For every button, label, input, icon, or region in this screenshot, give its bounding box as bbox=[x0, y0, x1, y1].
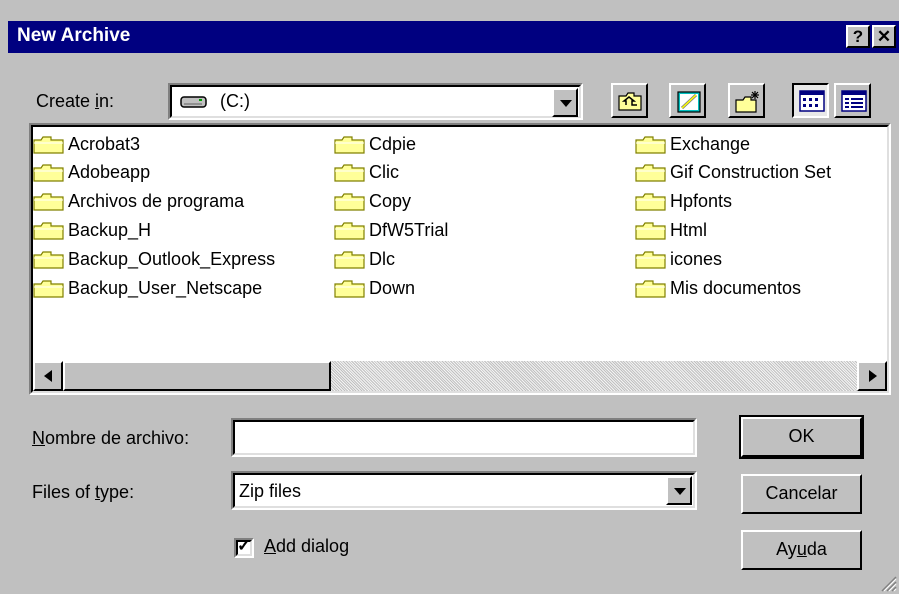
folder-label: Down bbox=[369, 278, 416, 298]
filetype-dropdown[interactable]: Zip files bbox=[231, 471, 697, 510]
folder-label: Backup_User_Netscape bbox=[68, 278, 263, 298]
folder-icon bbox=[635, 193, 666, 211]
close-button[interactable]: ✕ bbox=[872, 25, 896, 48]
create-in-label: Create in: bbox=[36, 91, 115, 111]
folder-icon bbox=[635, 251, 666, 269]
filename-input[interactable] bbox=[231, 418, 697, 457]
new-archive-dialog: New Archive ? ✕ Create in: (C:) Acrobat3… bbox=[0, 0, 899, 594]
help-button[interactable]: Ayuda bbox=[741, 530, 862, 570]
folder-label: Cdpie bbox=[369, 134, 417, 154]
chevron-down-icon bbox=[560, 100, 572, 107]
folder-icon bbox=[33, 136, 64, 154]
chevron-down-icon bbox=[674, 488, 686, 495]
add-dialog-checkbox[interactable]: ✓ Add dialog bbox=[234, 536, 454, 562]
help-icon: ? bbox=[852, 27, 864, 46]
folder-label: Dlc bbox=[369, 249, 395, 269]
folder-label: Hpfonts bbox=[670, 191, 733, 211]
add-dialog-label: Add dialog bbox=[264, 536, 350, 556]
folder-label: icones bbox=[670, 249, 723, 269]
ok-button[interactable]: OK bbox=[739, 415, 864, 459]
list-view-button[interactable] bbox=[792, 83, 829, 118]
title-bar[interactable]: New Archive ? ✕ bbox=[8, 21, 899, 53]
filetype-dropdown-button[interactable] bbox=[666, 476, 692, 505]
arrow-left-icon bbox=[44, 370, 52, 382]
filetype-value: Zip files bbox=[239, 481, 302, 501]
folder-label: Backup_H bbox=[68, 220, 152, 240]
folder-icon bbox=[33, 164, 64, 182]
create-in-value: (C:) bbox=[220, 91, 250, 111]
folder-label: Backup_Outlook_Express bbox=[68, 249, 276, 269]
desktop-button[interactable] bbox=[669, 83, 706, 118]
arrow-right-icon bbox=[869, 370, 877, 382]
folder-icon bbox=[635, 222, 666, 240]
file-list[interactable]: Acrobat3 Adobeapp Archivos de programa B… bbox=[29, 123, 891, 395]
desktop-icon bbox=[677, 91, 701, 113]
folder-icon bbox=[334, 136, 365, 154]
add-dialog-checkbox-box[interactable]: ✓ bbox=[234, 536, 254, 558]
folder-label: Adobeapp bbox=[68, 162, 151, 182]
folder-icon bbox=[635, 164, 666, 182]
folder-icon bbox=[334, 164, 365, 182]
close-icon: ✕ bbox=[876, 27, 892, 46]
folder-icon bbox=[334, 222, 365, 240]
folder-label: DfW5Trial bbox=[369, 220, 449, 240]
scroll-left-button[interactable] bbox=[33, 361, 63, 391]
folder-label: Acrobat3 bbox=[68, 134, 141, 154]
folder-icon bbox=[33, 222, 64, 240]
folder-icon bbox=[334, 193, 365, 211]
folder-label: Archivos de programa bbox=[68, 191, 245, 211]
folder-label: Html bbox=[670, 220, 707, 240]
folder-icon bbox=[33, 193, 64, 211]
folder-icon bbox=[635, 280, 666, 298]
folder-icon bbox=[635, 136, 666, 154]
window-title: New Archive bbox=[17, 25, 131, 46]
create-new-folder-button[interactable] bbox=[728, 83, 765, 118]
resize-grip-icon[interactable] bbox=[879, 574, 897, 592]
help-title-button[interactable]: ? bbox=[846, 25, 870, 48]
new-folder-icon bbox=[735, 91, 759, 113]
create-in-dropdown-button[interactable] bbox=[552, 88, 578, 117]
folder-label: Copy bbox=[369, 191, 412, 211]
folder-icon bbox=[33, 280, 64, 298]
filename-label: Nombre de archivo: bbox=[32, 428, 190, 448]
folder-icon bbox=[33, 251, 64, 269]
folder-list-area: Acrobat3 Adobeapp Archivos de programa B… bbox=[31, 125, 889, 363]
drive-icon bbox=[180, 96, 207, 108]
folder-label: Mis documentos bbox=[670, 278, 802, 298]
folder-icon bbox=[334, 251, 365, 269]
cancel-button[interactable]: Cancelar bbox=[741, 474, 862, 514]
create-in-dropdown[interactable]: (C:) bbox=[168, 83, 583, 120]
folder-label: Gif Construction Set bbox=[670, 162, 832, 182]
up-folder-icon bbox=[618, 92, 642, 111]
scroll-thumb[interactable] bbox=[63, 361, 331, 391]
list-view-icon bbox=[799, 90, 825, 112]
folder-icon bbox=[334, 280, 365, 298]
scroll-right-button[interactable] bbox=[857, 361, 887, 391]
up-one-level-button[interactable] bbox=[611, 83, 648, 118]
filetype-label: Files of type: bbox=[32, 482, 135, 502]
check-icon: ✓ bbox=[237, 536, 252, 555]
folder-label: Exchange bbox=[670, 134, 751, 154]
details-view-icon bbox=[841, 90, 867, 112]
details-view-button[interactable] bbox=[834, 83, 871, 118]
folder-label: Clic bbox=[369, 162, 399, 182]
horizontal-scrollbar[interactable] bbox=[33, 361, 887, 391]
